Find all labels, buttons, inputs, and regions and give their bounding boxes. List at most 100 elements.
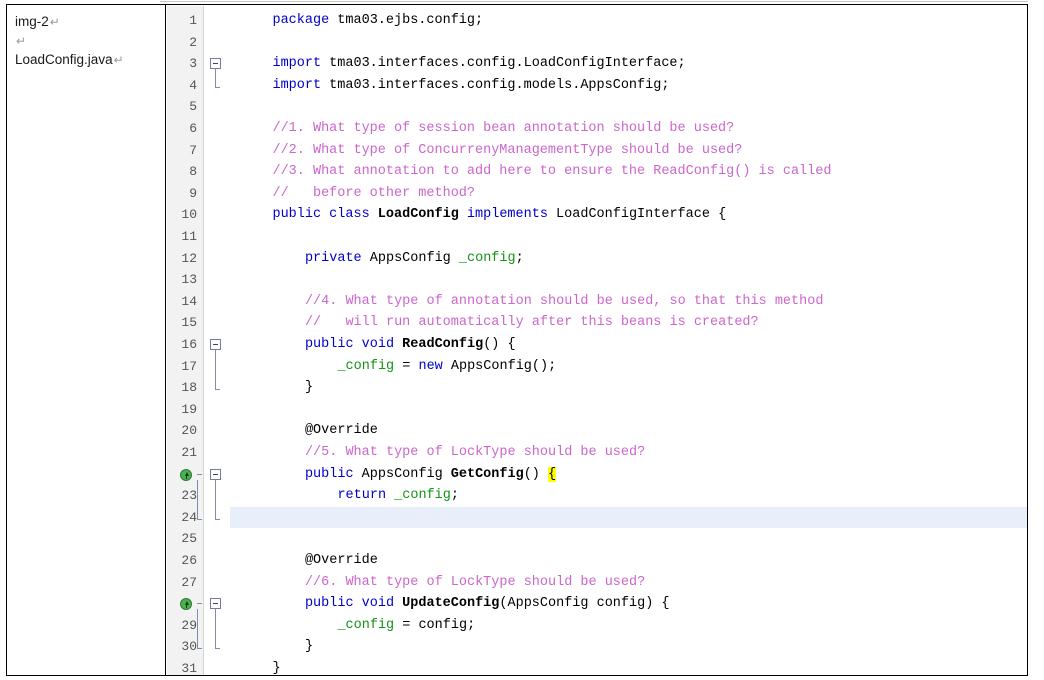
code-token: @Override	[304, 423, 378, 439]
override-range-bar	[197, 479, 198, 519]
code-token: public void	[304, 337, 403, 352]
code-token: public	[304, 466, 354, 482]
line-number: 4	[189, 77, 197, 93]
word-document-page: img-2↵ ↵ LoadConfig.java↵ 1 2 3 4 5 6 7 8 9 10 11 1…	[0, 0, 1044, 680]
code-line[interactable]: public void UpdateConfig(AppsConfig conf…	[305, 593, 670, 615]
netbeans-code-editor[interactable]: 1 2 3 4 5 6 7 8 9 10 11 12 13 14 15 16 17 18 19 20 21 23 24 25 2…	[167, 6, 1027, 675]
code-line[interactable]: import tma03.interfaces.config.LoadConfi…	[272, 53, 685, 75]
line-number: 27	[181, 574, 197, 590]
code-token: ()	[523, 466, 549, 482]
code-token: }	[304, 639, 314, 655]
code-token: // will run automatically after this bea…	[304, 315, 759, 331]
code-text-area[interactable]: package tma03.ejbs.config; import tma03.i…	[230, 6, 1027, 675]
code-token: //1. What type of session bean annotatio…	[272, 121, 735, 136]
document-table: img-2↵ ↵ LoadConfig.java↵ 1 2 3 4 5 6 7 8 9 10 11 1…	[6, 4, 1028, 676]
line-number: 26	[181, 553, 197, 568]
caption-line-empty: ↵	[15, 31, 165, 50]
line-number: 12	[181, 250, 197, 266]
code-fold-end-marker	[215, 648, 220, 650]
code-fold-collapse-icon[interactable]	[210, 598, 221, 610]
code-token: AppsConfig	[353, 466, 451, 482]
line-number-gutter[interactable]: 1 2 3 4 5 6 7 8 9 10 11 12 13 14 15 16 17 18 19 20 21 23 24 25 2…	[167, 6, 204, 675]
code-fold-end-marker	[215, 518, 220, 520]
line-number: 15	[181, 315, 197, 331]
code-line[interactable]: import tma03.interfaces.config.models.Ap…	[272, 75, 669, 97]
code-token: LoadConfigInterface {	[547, 207, 727, 223]
line-number: 17	[181, 358, 197, 374]
line-number: 30	[181, 639, 197, 655]
code-token: _config	[458, 250, 516, 266]
code-fold-range-bar	[215, 350, 216, 390]
code-token: () {	[483, 337, 516, 352]
line-number: 10	[181, 207, 197, 223]
code-token: GetConfig	[450, 466, 524, 482]
code-line[interactable]: public class LoadConfig implements LoadC…	[272, 204, 726, 226]
code-fold-end-marker	[215, 389, 220, 391]
code-token: =	[394, 358, 419, 374]
code-token: @Override	[304, 553, 378, 568]
code-line[interactable]: }	[305, 377, 313, 399]
overrides-method-icon[interactable]	[180, 468, 192, 481]
code-line[interactable]: @Override	[305, 550, 378, 572]
line-number: 21	[181, 445, 197, 460]
caption-label-filename: LoadConfig.java	[15, 52, 113, 67]
override-connector	[197, 473, 202, 475]
line-number: 16	[181, 337, 197, 352]
caption-line: img-2↵	[15, 12, 165, 31]
caption-cell: img-2↵ ↵ LoadConfig.java↵	[6, 4, 165, 676]
code-token: AppsConfig();	[442, 358, 557, 374]
code-line[interactable]: _config = config;	[337, 615, 475, 637]
code-line[interactable]: package tma03.ejbs.config;	[272, 10, 483, 32]
line-number: 18	[181, 380, 197, 396]
code-token: ;	[515, 250, 524, 266]
code-token: // before other method?	[272, 185, 476, 201]
paragraph-mark-icon: ↵	[16, 34, 27, 48]
override-range-bar	[197, 609, 198, 649]
code-line[interactable]: //5. What type of LockType should be use…	[305, 442, 645, 464]
code-token: tma03.interfaces.config.LoadConfigInterf…	[321, 56, 686, 72]
code-line[interactable]: //1. What type of session bean annotatio…	[272, 118, 734, 140]
code-line[interactable]: @Override	[305, 420, 378, 442]
code-token: _config	[394, 488, 451, 504]
override-range-end	[197, 518, 202, 520]
line-number: 9	[189, 185, 197, 201]
line-number: 14	[181, 293, 197, 309]
code-token: return	[337, 488, 387, 504]
code-fold-collapse-icon[interactable]	[210, 58, 221, 70]
line-number: 25	[181, 531, 197, 547]
code-fold-collapse-icon[interactable]	[210, 339, 221, 350]
code-fold-range-bar	[215, 609, 216, 649]
code-line[interactable]: //4. What type of annotation should be u…	[305, 291, 823, 313]
code-token: package	[272, 13, 330, 28]
code-line[interactable]: }	[305, 636, 313, 658]
code-line[interactable]: //2. What type of ConcurrenyManagementTy…	[272, 140, 742, 162]
code-line[interactable]: public void ReadConfig() {	[305, 334, 516, 356]
overrides-method-icon[interactable]	[180, 598, 192, 611]
caption-text-block: img-2↵ ↵ LoadConfig.java↵	[7, 5, 165, 69]
code-token: //3. What annotation to add here to ensu…	[272, 164, 832, 180]
code-fold-gutter[interactable]	[204, 6, 230, 675]
code-line[interactable]: return _config;	[337, 485, 459, 507]
code-fold-collapse-icon[interactable]	[210, 468, 221, 480]
code-token: UpdateConfig	[402, 596, 500, 612]
code-line[interactable]: //6. What type of LockType should be use…	[305, 572, 645, 594]
line-number: 11	[181, 229, 197, 244]
code-line[interactable]: public AppsConfig GetConfig() {	[304, 464, 557, 486]
code-token: import	[272, 77, 322, 93]
code-line[interactable]: private AppsConfig _config;	[305, 248, 524, 270]
line-number: 1	[189, 13, 197, 28]
code-line[interactable]: // will run automatically after this bea…	[305, 312, 759, 334]
line-number: 20	[181, 423, 197, 439]
caption-label-img: img-2	[15, 14, 49, 29]
code-token: import	[272, 56, 322, 72]
code-line[interactable]: }	[272, 658, 280, 675]
override-connector	[197, 603, 202, 605]
code-line[interactable]: //3. What annotation to add here to ensu…	[272, 161, 831, 183]
code-token: = config;	[394, 617, 476, 633]
line-number: 13	[181, 272, 197, 288]
line-number: 29	[181, 617, 197, 633]
code-line[interactable]: // before other method?	[272, 183, 475, 205]
code-line[interactable]: _config = new AppsConfig();	[337, 356, 556, 378]
code-token: LoadConfig	[377, 207, 459, 223]
